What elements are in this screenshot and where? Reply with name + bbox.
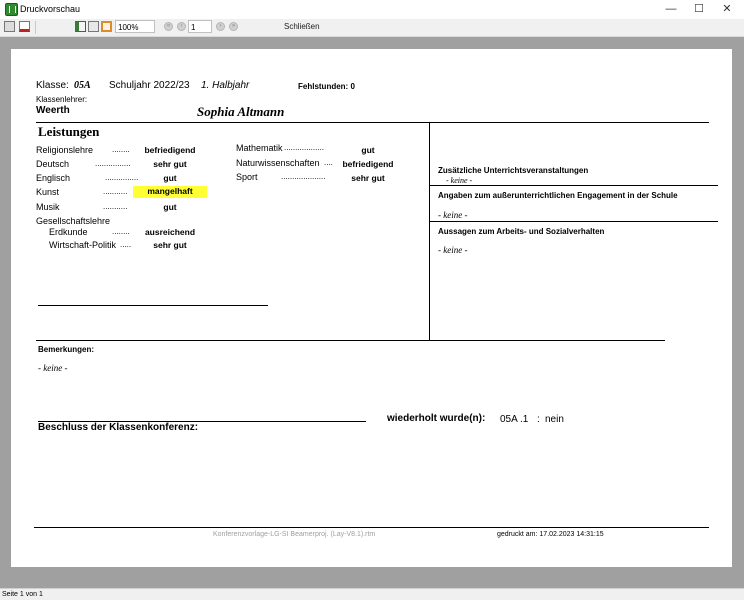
last-page-button[interactable]: »: [229, 22, 238, 31]
subject-grade: gut: [163, 202, 177, 212]
subject-name: Deutsch: [36, 159, 70, 169]
subject-dots: ...........: [103, 202, 128, 211]
toolbar: 100% « ‹ 1 › » Schließen: [0, 19, 744, 37]
header-divider: [36, 122, 709, 123]
student-name: Sophia Altmann: [197, 104, 285, 119]
subject-name: Musik: [36, 202, 60, 212]
subject-grade: gut: [361, 145, 375, 155]
print-icon[interactable]: [4, 21, 15, 32]
subject-name: Religionslehre: [36, 145, 94, 155]
footer-template: Konferenzvorlage-LG-SI Beamerproj. (Lay-…: [213, 531, 376, 538]
page-width-icon[interactable]: [101, 21, 112, 32]
subject-dots: ........: [112, 145, 130, 154]
extra-lessons-divider: [430, 185, 718, 186]
remarks-label: Bemerkungen:: [38, 345, 95, 354]
next-page-button[interactable]: ›: [216, 22, 225, 31]
remarks-value: - keine -: [38, 363, 68, 373]
toolbar-separator: [35, 21, 36, 34]
engagement-label: Angaben zum außerunterrichtlichen Engage…: [438, 191, 678, 200]
subject-dots: ................: [95, 159, 131, 168]
minimize-button[interactable]: —: [656, 0, 686, 19]
previous-page-button[interactable]: ‹: [177, 22, 186, 31]
subject-dots: .....: [120, 240, 132, 249]
social-studies-label: Gesellschaftslehre: [36, 216, 111, 226]
app-icon: [5, 3, 18, 16]
subject-name: Naturwissenschaften: [236, 158, 320, 168]
subject-grade-highlighted: mangelhaft: [133, 186, 207, 198]
subject-grade: befriedigend: [342, 159, 394, 169]
section-divider: [36, 340, 665, 341]
subject-dots: ..................: [284, 143, 325, 152]
subject-name: Mathematik: [236, 143, 283, 153]
decision-label: Beschluss der Klassenkonferenz:: [38, 422, 199, 433]
multi-page-view-icon[interactable]: [88, 21, 99, 32]
column-divider: [429, 122, 430, 340]
subject-grade: gut: [163, 173, 177, 183]
subject-grade: ausreichend: [144, 227, 196, 237]
footer-divider: [34, 527, 709, 528]
subject-dots: ........: [112, 227, 130, 236]
title-bar: Druckvorschau — ☐ ✕: [0, 0, 744, 20]
school-year: Schuljahr 2022/23: [109, 80, 190, 91]
teacher-name: Weerth: [36, 105, 70, 116]
subject-grade: sehr gut: [153, 159, 187, 169]
signature-line: [38, 305, 268, 306]
zoom-field[interactable]: 100%: [115, 20, 155, 33]
behavior-label: Aussagen zum Arbeits- und Sozialverhalte…: [438, 227, 605, 236]
extra-lessons-label: Zusätzliche Unterrichtsveranstaltungen: [438, 166, 589, 175]
performance-title: Leistungen: [38, 124, 100, 139]
subject-grade: sehr gut: [153, 240, 187, 250]
export-pdf-icon[interactable]: [19, 21, 30, 32]
subject-name: Kunst: [36, 187, 60, 197]
subject-grade: befriedigend: [144, 145, 196, 155]
subject-name: Wirtschaft-Politik: [49, 240, 117, 250]
repeated-label: wiederholt wurde(n):: [387, 413, 486, 424]
absences: Fehlstunden: 0: [298, 82, 355, 91]
subject-grade: sehr gut: [351, 173, 385, 183]
repeated-value: nein: [545, 414, 564, 425]
engagement-divider: [430, 221, 718, 222]
maximize-button[interactable]: ☐: [684, 0, 714, 19]
repeated-class: 05A .1: [500, 414, 529, 425]
window-title: Druckvorschau: [20, 4, 81, 14]
close-preview-button[interactable]: Schließen: [284, 22, 320, 31]
close-window-button[interactable]: ✕: [712, 0, 742, 19]
page-number-field[interactable]: 1: [188, 20, 212, 33]
extra-lessons-value: - keine -: [446, 176, 473, 185]
subject-name: Sport: [236, 172, 258, 182]
teacher-label: Klassenlehrer:: [36, 95, 88, 104]
first-page-button[interactable]: «: [164, 22, 173, 31]
subject-name: Englisch: [36, 173, 71, 183]
subject-dots: ...........: [103, 187, 128, 196]
class-label: Klasse:: [36, 80, 69, 91]
single-page-view-icon[interactable]: [75, 21, 86, 32]
half-year: 1. Halbjahr: [201, 80, 250, 91]
subject-name: Erdkunde: [49, 227, 88, 237]
engagement-value: - keine -: [438, 210, 468, 220]
class-value: 05A: [74, 80, 91, 91]
behavior-value: - keine -: [438, 245, 468, 255]
repeated-separator: :: [537, 414, 540, 425]
report-page: Klasse: 05A Schuljahr 2022/23 1. Halbjah…: [11, 49, 732, 567]
page-info: Seite 1 von 1: [2, 591, 43, 598]
subject-dots: ....................: [281, 172, 326, 181]
status-bar: Seite 1 von 1: [0, 588, 744, 600]
printed-on: gedruckt am: 17.02.2023 14:31:15: [497, 531, 604, 538]
